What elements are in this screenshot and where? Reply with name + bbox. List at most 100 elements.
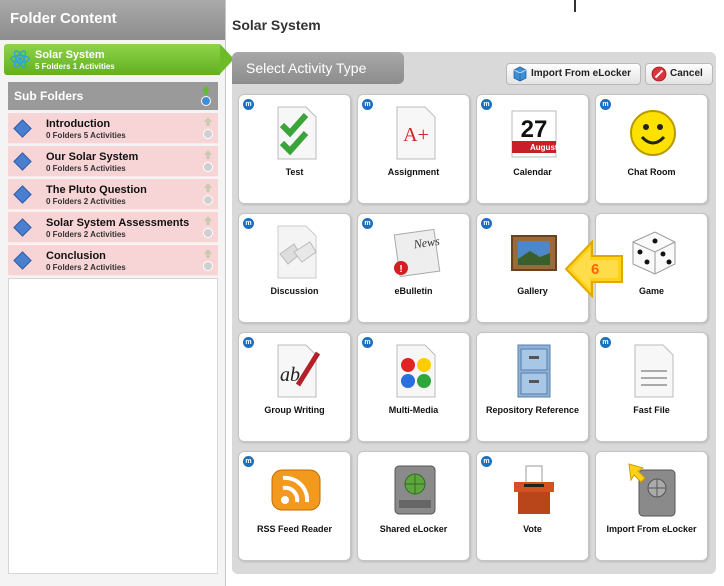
left-empty-area: [8, 278, 218, 574]
rss-feed-icon: [270, 462, 322, 518]
shared-elocker-icon: [389, 462, 441, 518]
activity-tile[interactable]: m Test: [238, 94, 351, 204]
activity-tile[interactable]: m Chat Room: [595, 94, 708, 204]
activity-label: Assignment: [387, 167, 440, 177]
sub-folders-label: Sub Folders: [14, 89, 84, 103]
subfolder-count: 0 Folders 2 Activities: [46, 263, 126, 272]
callout-number: 6: [591, 261, 600, 278]
svg-text:27: 27: [521, 116, 548, 143]
subfolder-item[interactable]: Introduction 0 Folders 5 Activities: [8, 113, 218, 144]
import-from-elocker-button[interactable]: Import From eLocker: [506, 63, 641, 85]
top-divider: [574, 0, 576, 12]
reorder-icon[interactable]: [202, 116, 214, 141]
reorder-icon[interactable]: [202, 248, 214, 273]
group-writing-icon: ab: [270, 343, 322, 399]
activity-tile[interactable]: m A+ Assignment: [357, 94, 470, 204]
activity-grid: m Test m A+ Assignment m 27 August Calendar m Chat…: [238, 94, 714, 572]
activity-label: Test: [285, 167, 304, 177]
moodle-badge-icon: m: [243, 337, 254, 348]
activity-label: Shared eLocker: [379, 524, 448, 534]
subfolder-item[interactable]: Conclusion 0 Folders 2 Activities: [8, 245, 218, 276]
subfolder-item[interactable]: The Pluto Question 0 Folders 2 Activities: [8, 179, 218, 210]
vote-icon: [508, 462, 560, 518]
moodle-badge-icon: m: [362, 218, 373, 229]
subfolder-item[interactable]: Solar System Assessments 0 Folders 2 Acti…: [8, 212, 218, 243]
reorder-icon[interactable]: [202, 215, 214, 240]
elocker-import-icon: [513, 66, 527, 82]
activity-label: Group Writing: [264, 405, 325, 415]
calendar-icon: 27 August: [508, 105, 560, 161]
activity-label: Vote: [523, 524, 542, 534]
activity-tile[interactable]: Import From eLocker: [595, 451, 708, 561]
activity-label: Calendar: [513, 167, 552, 177]
subfolder-count: 0 Folders 2 Activities: [46, 197, 126, 206]
activity-tile[interactable]: m 27 August Calendar: [476, 94, 589, 204]
cancel-button[interactable]: Cancel: [645, 63, 713, 85]
sub-folders-header: Sub Folders: [8, 82, 218, 110]
repository-reference-icon: [508, 343, 560, 399]
ebulletin-icon: News!: [389, 224, 441, 280]
game-icon: [627, 224, 679, 280]
discussion-icon: [270, 224, 322, 280]
activity-label: eBulletin: [394, 286, 433, 296]
subfolder-name: Conclusion: [46, 250, 106, 262]
subfolder-item[interactable]: Our Solar System 0 Folders 5 Activities: [8, 146, 218, 177]
activity-tile[interactable]: Shared eLocker: [357, 451, 470, 561]
reorder-icon[interactable]: [202, 182, 214, 207]
moodle-badge-icon: m: [481, 99, 492, 110]
page-title: Solar System: [232, 17, 321, 33]
activity-label: Multi-Media: [388, 405, 439, 415]
assignment-icon: A+: [389, 105, 441, 161]
select-activity-type-tab: Select Activity Type: [232, 52, 404, 84]
moodle-badge-icon: m: [243, 218, 254, 229]
current-folder[interactable]: Solar System 5 Folders 1 Activities: [4, 44, 234, 75]
subfolder-count: 0 Folders 2 Activities: [46, 230, 126, 239]
reorder-icon[interactable]: [202, 149, 214, 174]
subfolder-name: Solar System Assessments: [46, 217, 190, 229]
left-panel: Folder Content Solar System 5 Folders 1 …: [0, 0, 234, 586]
cancel-label: Cancel: [670, 68, 703, 79]
moodle-badge-icon: m: [362, 337, 373, 348]
moodle-badge-icon: m: [600, 337, 611, 348]
moodle-badge-icon: m: [600, 99, 611, 110]
subfolder-count: 0 Folders 5 Activities: [46, 164, 126, 173]
svg-text:!: !: [399, 264, 402, 275]
activity-label: Repository Reference: [485, 405, 580, 415]
current-folder-count: 5 Folders 1 Activities: [35, 62, 115, 71]
activity-label: Import From eLocker: [606, 524, 697, 534]
cancel-icon: [651, 66, 667, 82]
activity-tile[interactable]: m Multi-Media: [357, 332, 470, 442]
multi-media-icon: [389, 343, 441, 399]
test-icon: [270, 105, 322, 161]
atom-icon: [10, 50, 30, 68]
chat-room-icon: [627, 105, 679, 161]
folder-diamond-icon: [13, 152, 32, 171]
gallery-icon: [508, 224, 560, 280]
subfolder-name: Our Solar System: [46, 151, 139, 163]
subfolder-count: 0 Folders 5 Activities: [46, 131, 126, 140]
folder-content-header: Folder Content: [0, 0, 225, 40]
import-from-elocker-label: Import From eLocker: [531, 68, 632, 79]
activity-label: RSS Feed Reader: [256, 524, 333, 534]
add-subfolder-icon[interactable]: [200, 85, 212, 107]
activity-tile[interactable]: m News! eBulletin: [357, 213, 470, 323]
activity-tile[interactable]: m Discussion: [238, 213, 351, 323]
activity-label: Discussion: [270, 286, 319, 296]
activity-tile[interactable]: m Fast File: [595, 332, 708, 442]
current-folder-name: Solar System: [35, 49, 105, 61]
step-callout: 6: [564, 238, 626, 300]
folder-diamond-icon: [13, 119, 32, 138]
activity-tile[interactable]: Repository Reference: [476, 332, 589, 442]
activity-label: Fast File: [633, 405, 670, 415]
svg-text:August: August: [530, 143, 558, 152]
moodle-badge-icon: m: [362, 99, 373, 110]
moodle-badge-icon: m: [481, 218, 492, 229]
fast-file-icon: [627, 343, 679, 399]
svg-text:A+: A+: [403, 124, 429, 146]
activity-tile[interactable]: m ab Group Writing: [238, 332, 351, 442]
moodle-badge-icon: m: [481, 456, 492, 467]
activity-tile[interactable]: m Vote: [476, 451, 589, 561]
folder-diamond-icon: [13, 251, 32, 270]
activity-tile[interactable]: m RSS Feed Reader: [238, 451, 351, 561]
moodle-badge-icon: m: [243, 99, 254, 110]
